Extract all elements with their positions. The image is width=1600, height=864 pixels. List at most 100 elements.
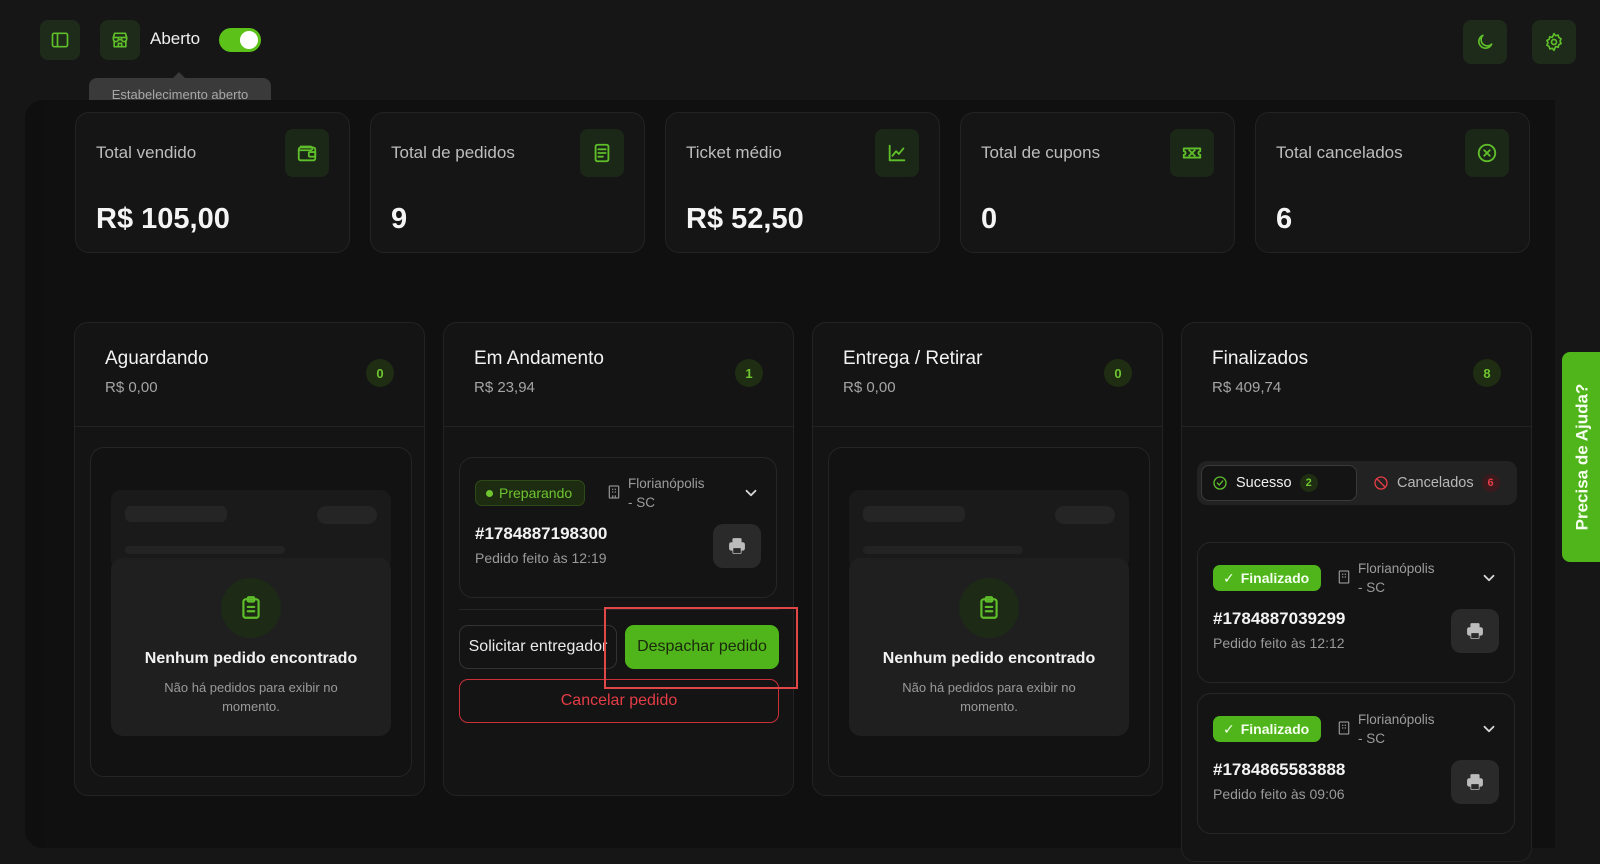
stat-value: R$ 52,50 xyxy=(686,203,804,235)
order-card[interactable]: Preparando Florianópolis - SC #1784887198… xyxy=(459,457,777,598)
building-icon xyxy=(608,485,620,499)
status-badge: ✓ Finalizado xyxy=(1213,716,1322,742)
stat-title: Total de pedidos xyxy=(391,143,515,162)
stat-value: 6 xyxy=(1276,203,1293,235)
check-circle-icon xyxy=(1213,476,1227,490)
column-count-badge: 0 xyxy=(1104,359,1132,387)
expand-button[interactable] xyxy=(742,484,760,502)
status-dot-icon xyxy=(486,489,493,497)
column-total: R$ 0,00 xyxy=(105,379,158,396)
column-total: R$ 409,74 xyxy=(1212,379,1282,396)
sidebar-icon xyxy=(51,32,69,48)
empty-state-title: Nenhum pedido encontrado xyxy=(144,650,358,667)
finished-filter-tabs: Sucesso 2 Cancelados 6 xyxy=(1197,461,1517,505)
stat-card-total-coupons: Total de cupons 0 xyxy=(960,112,1235,253)
store-icon xyxy=(112,32,128,48)
document-icon xyxy=(594,143,610,163)
clipboard-icon xyxy=(242,596,260,619)
column-waiting: Aguardando R$ 0,00 0 Nenhum pedido encon… xyxy=(74,322,425,796)
help-button[interactable]: Precisa de Ajuda? xyxy=(1562,352,1600,562)
printer-icon xyxy=(729,538,745,554)
line-chart-icon xyxy=(888,144,906,162)
status-badge-label: Finalizado xyxy=(1240,570,1310,586)
order-time: Pedido feito às 12:12 xyxy=(1213,635,1345,651)
clipboard-icon xyxy=(980,596,998,619)
empty-state-card: Nenhum pedido encontrado Não há pedidos … xyxy=(849,558,1129,736)
tab-success-count: 2 xyxy=(1299,474,1318,492)
print-button[interactable] xyxy=(1451,760,1499,804)
chevron-down-icon xyxy=(1483,725,1495,733)
expand-button[interactable] xyxy=(1480,569,1498,587)
column-title: Finalizados xyxy=(1212,348,1309,369)
column-header: Aguardando R$ 0,00 0 xyxy=(75,323,424,427)
gear-icon xyxy=(1546,32,1562,52)
wallet-icon xyxy=(297,145,317,162)
order-location: Florianópolis - SC xyxy=(1358,712,1435,746)
stat-title: Total vendido xyxy=(96,143,197,162)
ticket-icon xyxy=(1182,147,1202,159)
stat-title: Total de cupons xyxy=(981,143,1101,162)
status-badge-label: Preparando xyxy=(499,485,573,501)
stat-title: Ticket médio xyxy=(686,143,782,162)
order-location: Florianópolis - SC xyxy=(628,476,705,510)
help-button-label: Precisa de Ajuda? xyxy=(1572,383,1592,531)
chevron-down-icon xyxy=(745,489,757,497)
column-header: Entrega / Retirar R$ 0,00 0 xyxy=(813,323,1162,427)
stat-value: R$ 105,00 xyxy=(96,203,230,235)
column-title: Aguardando xyxy=(105,348,209,369)
column-title: Em Andamento xyxy=(474,348,604,369)
column-count-badge: 8 xyxy=(1473,359,1501,387)
status-badge: ✓ Finalizado xyxy=(1213,565,1322,591)
tab-cancelled-label: Cancelados xyxy=(1397,475,1474,491)
chevron-down-icon xyxy=(1483,574,1495,582)
sidebar-toggle-button[interactable] xyxy=(40,20,80,60)
order-location: Florianópolis - SC xyxy=(1358,561,1435,595)
stat-value: 9 xyxy=(391,203,408,235)
tab-cancelled[interactable]: Cancelados 6 xyxy=(1363,465,1513,501)
tab-success[interactable]: Sucesso 2 xyxy=(1201,465,1357,501)
column-total: R$ 0,00 xyxy=(843,379,896,396)
printer-icon xyxy=(1467,774,1483,790)
order-time: Pedido feito às 09:06 xyxy=(1213,786,1345,802)
stat-title: Total cancelados xyxy=(1276,143,1403,162)
status-badge: Preparando xyxy=(475,480,586,506)
tab-cancelled-count: 6 xyxy=(1481,474,1500,492)
settings-button[interactable] xyxy=(1532,20,1576,64)
ban-icon xyxy=(1374,476,1388,490)
column-in-progress: Em Andamento R$ 23,94 1 Preparando Flori… xyxy=(443,322,794,796)
column-delivery-pickup: Entrega / Retirar R$ 0,00 0 Nenhum pedid… xyxy=(812,322,1163,796)
empty-state-card: Nenhum pedido encontrado Não há pedidos … xyxy=(111,558,391,736)
column-title: Entrega / Retirar xyxy=(843,348,983,369)
column-finished: Finalizados R$ 409,74 8 Sucesso 2 Cancel… xyxy=(1181,322,1532,862)
column-header: Finalizados R$ 409,74 8 xyxy=(1182,323,1531,427)
order-card[interactable]: ✓ Finalizado Florianópolis - SC #17848655… xyxy=(1197,693,1515,834)
empty-state: Nenhum pedido encontrado Não há pedidos … xyxy=(90,447,412,777)
order-card[interactable]: ✓ Finalizado Florianópolis - SC #17848870… xyxy=(1197,542,1515,683)
column-header: Em Andamento R$ 23,94 1 xyxy=(444,323,793,427)
stat-card-avg-ticket: Ticket médio R$ 52,50 xyxy=(665,112,940,253)
status-badge-label: Finalizado xyxy=(1240,721,1310,737)
expand-button[interactable] xyxy=(1480,720,1498,738)
stat-card-total-sold: Total vendido R$ 105,00 xyxy=(75,112,350,253)
building-icon xyxy=(1338,570,1350,584)
store-button[interactable] xyxy=(100,20,140,60)
print-button[interactable] xyxy=(713,524,761,568)
printer-icon xyxy=(1467,623,1483,639)
empty-state: Nenhum pedido encontrado Não há pedidos … xyxy=(828,447,1150,777)
order-id: #1784887198300 xyxy=(475,524,608,543)
empty-state-description: Não há pedidos para exibir no momento. xyxy=(902,680,1076,714)
print-button[interactable] xyxy=(1451,609,1499,653)
store-open-toggle[interactable] xyxy=(219,28,261,52)
stat-card-total-orders: Total de pedidos 9 xyxy=(370,112,645,253)
column-count-badge: 0 xyxy=(366,359,394,387)
column-count-badge: 1 xyxy=(735,359,763,387)
empty-state-title: Nenhum pedido encontrado xyxy=(882,650,1096,667)
highlight-box xyxy=(604,607,798,689)
request-courier-button[interactable]: Solicitar entregador xyxy=(459,625,617,669)
order-id: #1784887039299 xyxy=(1213,609,1346,628)
stat-value: 0 xyxy=(981,203,998,235)
theme-toggle-button[interactable] xyxy=(1463,20,1507,64)
stat-card-total-cancelled: Total cancelados 6 xyxy=(1255,112,1530,253)
order-time: Pedido feito às 12:19 xyxy=(475,550,607,566)
x-circle-icon xyxy=(1477,143,1497,163)
